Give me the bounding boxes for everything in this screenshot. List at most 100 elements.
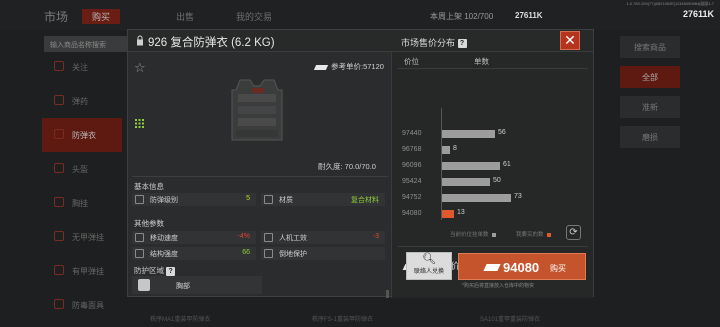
basic-info-label: 基本信息 — [134, 182, 164, 191]
price-tick-label: 95424 — [402, 178, 422, 185]
count-bar — [442, 130, 495, 138]
buy-label: 购买 — [550, 264, 566, 273]
stat-structure-strength: 结构强度 66 — [132, 247, 256, 260]
sidebar-item-rig[interactable]: 胸挂 — [42, 186, 122, 220]
sidebar-item-unarmored-rig[interactable]: 无甲弹挂 — [42, 220, 122, 254]
price-row: 97440 56 — [392, 128, 592, 140]
price-row: 95424 50 — [392, 176, 592, 188]
category-icon — [54, 61, 64, 71]
market-title: 市场售价分布 ? — [401, 36, 467, 49]
legend-mine: 我要买的数 — [516, 230, 551, 238]
item-title: 926 复合防弹衣 (6.2 KG) — [148, 37, 275, 49]
currency-icon — [483, 264, 501, 271]
category-icon — [54, 197, 64, 207]
app-title: 市场 — [44, 10, 69, 24]
count-label: 8 — [453, 145, 457, 152]
material-icon — [264, 195, 273, 204]
buy-button[interactable]: 94080 购买 — [458, 253, 586, 280]
running-icon — [135, 233, 144, 242]
price-row: 96768 8 — [392, 144, 592, 156]
reference-price: 参考单价:57120 — [313, 61, 384, 72]
legend-swatch — [491, 232, 496, 237]
star-icon[interactable]: ☆ — [134, 60, 146, 76]
refresh-button[interactable]: ⟳ — [566, 225, 581, 240]
sidebar-item-follow[interactable]: 关注 — [42, 50, 122, 84]
body-icon — [138, 279, 150, 291]
list-item[interactable]: 秩序MA1重装甲防弹衣 — [150, 314, 210, 323]
price-row: 94752 73 — [392, 192, 592, 204]
count-bar — [442, 210, 454, 218]
help-icon[interactable]: ? — [457, 39, 467, 49]
buy-price: 94080 — [503, 260, 540, 275]
bottom-listing-row: 秩序MA1重装甲防弹衣 秩序FS-1重装甲防弹衣 SA101重甲重装防弹衣 — [0, 312, 720, 327]
sidebar-item-ammo[interactable]: 弹药 — [42, 84, 122, 118]
other-params-label: 其他参数 — [134, 219, 164, 228]
filter-all-button[interactable]: 全部 — [620, 66, 680, 88]
category-icon — [54, 129, 64, 139]
price-tick-label: 94752 — [402, 194, 422, 201]
sidebar-item-armored-rig[interactable]: 有甲弹挂 — [42, 254, 122, 288]
shield-icon — [135, 195, 144, 204]
listing-count: 本周上架 102/700 — [430, 12, 494, 21]
price-row: 96096 61 — [392, 160, 592, 172]
category-icon — [54, 163, 64, 173]
item-info-pane: ☆ 参考单价:57120 耐久度: 70.0/70.0 基本信息 防弹级别 5 … — [128, 52, 390, 298]
filter-worn-button[interactable]: 磨损 — [620, 126, 680, 148]
price-column-header: 价位 — [404, 57, 419, 66]
price-tick-label: 94080 — [402, 210, 422, 217]
count-label: 61 — [503, 161, 511, 168]
sidebar-item-armor[interactable]: 防弹衣 — [42, 118, 122, 152]
stat-move-speed: 移动速度 -4% — [132, 231, 256, 244]
scrollbar[interactable] — [386, 290, 389, 298]
filter-near-new-button[interactable]: 准新 — [620, 96, 680, 118]
gun-icon — [264, 233, 273, 242]
price-row: 94080 13 — [392, 208, 592, 220]
count-bar — [442, 178, 490, 186]
search-icon: 🔍︎ — [422, 253, 436, 265]
purchase-footnote: *购买后将直接放入仓库中的物资 — [462, 283, 534, 289]
category-icon — [54, 231, 64, 241]
divider — [398, 68, 588, 69]
category-icon — [54, 265, 64, 275]
version-label: 1.0.783.109(77)|0521062E|11345090884|鼓励1… — [626, 1, 714, 6]
currency-amount: 27611K — [515, 11, 543, 20]
tab-buy[interactable]: 购买 — [82, 9, 121, 24]
contact-exchange-button[interactable]: 🔍︎ 联络人兑换 — [406, 252, 452, 280]
help-icon[interactable]: ? — [166, 266, 176, 276]
stat-down-protection: 倒地保护 — [261, 247, 385, 260]
down-protection-icon — [264, 249, 273, 258]
legend-current: 当前价位挂单数 — [450, 230, 496, 238]
list-item[interactable]: 秩序FS-1重装甲防弹衣 — [312, 314, 373, 323]
legend-swatch — [546, 232, 551, 237]
grid-icon — [135, 119, 144, 128]
count-label: 56 — [498, 129, 506, 136]
structure-icon — [135, 249, 144, 258]
sidebar-item-helmet[interactable]: 头盔 — [42, 152, 122, 186]
top-bar: 市场 购买 出售 我的交易 1.0.783.109(77)|0521062E|1… — [0, 0, 720, 30]
count-bar — [442, 146, 450, 154]
protection-part-chest: 胸部 — [132, 276, 262, 294]
stat-protection-level: 防弹级别 5 — [132, 193, 256, 206]
stat-material: 材质 复合材料 — [261, 193, 385, 206]
category-icon — [54, 299, 64, 309]
count-bar — [442, 162, 500, 170]
currency-amount-2: 27611K — [682, 9, 714, 19]
divider — [132, 176, 388, 177]
tab-sell[interactable]: 出售 — [176, 10, 194, 23]
stat-ergonomics: 人机工效 -3 — [261, 231, 385, 244]
lock-icon — [137, 35, 143, 46]
category-icon — [54, 95, 64, 105]
list-item[interactable]: SA101重甲重装防弹衣 — [480, 314, 540, 323]
count-label: 73 — [514, 193, 522, 200]
tab-my-trades[interactable]: 我的交易 — [236, 10, 272, 23]
divider — [398, 246, 588, 247]
search-items-button[interactable]: 搜索商品 — [620, 36, 680, 58]
count-column-header: 单数 — [474, 57, 489, 66]
durability-readout: 耐久度: 70.0/70.0 — [318, 162, 376, 171]
count-bar — [442, 194, 511, 202]
count-label: 13 — [457, 209, 465, 216]
screen: 市场 购买 出售 我的交易 1.0.783.109(77)|0521062E|1… — [0, 0, 720, 327]
category-sidebar: 关注 弹药 防弹衣 头盔 胸挂 无甲弹挂 有甲弹挂 防毒面具 — [42, 50, 122, 322]
close-button[interactable]: ✕ — [560, 31, 580, 50]
price-tick-label: 96096 — [402, 162, 422, 169]
